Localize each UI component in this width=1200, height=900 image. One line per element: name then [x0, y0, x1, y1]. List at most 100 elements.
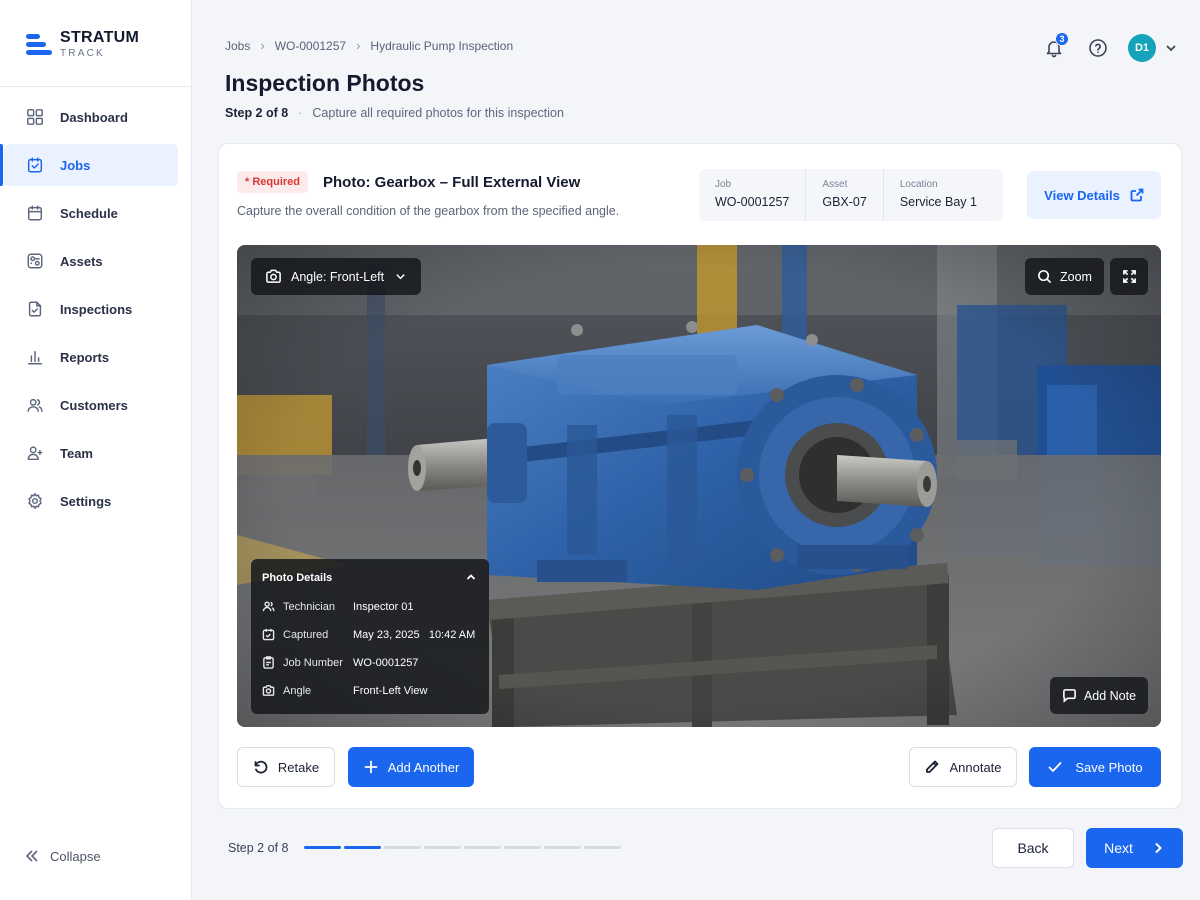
fullscreen-icon [1122, 270, 1136, 283]
header-actions: 3 D1 [1040, 32, 1178, 62]
external-link-icon [1130, 188, 1144, 202]
step-separator: · [298, 106, 303, 120]
back-label: Back [1017, 840, 1049, 856]
add-note-button[interactable]: Add Note [1050, 677, 1148, 714]
sidebar-item-jobs[interactable]: Jobs [0, 144, 178, 186]
progress-segment [584, 846, 621, 849]
technician-row: Technician Inspector 01 [262, 600, 414, 613]
help-button[interactable] [1084, 34, 1112, 62]
help-icon [1089, 39, 1107, 57]
sidebar-item-reports[interactable]: Reports [4, 336, 178, 378]
double-chevron-left-icon [25, 850, 38, 862]
captured-label: Captured [283, 628, 329, 641]
sidebar-item-schedule[interactable]: Schedule [4, 192, 178, 234]
sidebar: STRATUM TRACK Dashboard Jobs Schedule As… [0, 0, 192, 900]
breadcrumb-jobs[interactable]: Jobs [225, 39, 250, 53]
add-another-button[interactable]: Add Another [348, 747, 474, 787]
sidebar-item-team[interactable]: Team [4, 432, 178, 474]
grid-icon [25, 107, 45, 127]
sidebar-nav: Dashboard Jobs Schedule Assets Inspectio… [0, 96, 191, 528]
asset-value: GBX-07 [822, 195, 867, 209]
assets-icon [25, 251, 45, 271]
sidebar-item-label: Schedule [60, 205, 118, 221]
plus-icon [364, 760, 378, 774]
sidebar-item-assets[interactable]: Assets [4, 240, 178, 282]
sidebar-item-label: Customers [60, 397, 128, 413]
avatar[interactable]: D1 [1128, 34, 1156, 62]
rotate-ccw-icon [254, 760, 268, 774]
annotate-label: Annotate [949, 759, 1002, 775]
notifications-button[interactable]: 3 [1040, 32, 1069, 62]
chevron-right-icon [1155, 842, 1162, 854]
app-logo[interactable]: STRATUM TRACK [26, 30, 139, 59]
angle-selector[interactable]: Angle: Front-Left [251, 258, 422, 295]
retake-button[interactable]: Retake [237, 747, 335, 787]
chevron-up-icon[interactable] [465, 571, 477, 583]
step-label: Step 2 of 8 [225, 106, 289, 120]
zoom-button[interactable]: Zoom [1025, 258, 1104, 295]
location-info: Location Service Bay 1 [884, 169, 993, 221]
chevron-down-icon[interactable] [1164, 41, 1178, 55]
inspection-photo[interactable]: Angle: Front-Left Zoom Photo Details Tec… [237, 245, 1161, 727]
photo-description: Capture the overall condition of the gea… [237, 204, 620, 218]
annotate-button[interactable]: Annotate [909, 747, 1017, 787]
breadcrumb-current[interactable]: Hydraulic Pump Inspection [370, 39, 513, 53]
sidebar-item-label: Dashboard [60, 109, 128, 125]
sidebar-item-settings[interactable]: Settings [4, 480, 178, 522]
breadcrumb-separator-icon: › [356, 38, 361, 53]
angle-detail-label: Angle [283, 684, 312, 697]
angle-label: Angle: Front-Left [291, 269, 385, 284]
view-details-button[interactable]: View Details [1027, 171, 1161, 219]
breadcrumb: Jobs › WO-0001257 › Hydraulic Pump Inspe… [225, 38, 513, 53]
photo-details-title: Photo Details [262, 572, 333, 584]
progress-segment [504, 846, 541, 849]
sidebar-item-label: Jobs [60, 157, 91, 173]
search-icon [1038, 270, 1052, 284]
next-label: Next [1104, 840, 1133, 856]
sidebar-item-customers[interactable]: Customers [4, 384, 178, 426]
notification-count-badge: 3 [1055, 32, 1069, 46]
technician-value: Inspector 01 [353, 600, 414, 613]
clipboard-check-icon [25, 299, 45, 319]
camera-icon [266, 269, 281, 283]
sidebar-item-label: Inspections [60, 301, 133, 317]
comment-icon [1063, 689, 1076, 703]
view-details-label: View Details [1044, 187, 1120, 203]
progress-segment [344, 846, 381, 849]
bar-chart-icon [25, 347, 45, 367]
collapse-button[interactable]: Collapse [24, 848, 101, 864]
gear-icon [25, 491, 45, 511]
step-description: Capture all required photos for this ins… [312, 106, 564, 120]
sidebar-item-dashboard[interactable]: Dashboard [4, 96, 178, 138]
app-subname: TRACK [60, 48, 105, 59]
calendar-icon [25, 203, 45, 223]
job-number-row: Job Number WO-0001257 [262, 656, 418, 669]
add-note-label: Add Note [1083, 688, 1137, 703]
angle-row: Angle Front-Left View [262, 684, 427, 697]
location-label: Location [899, 179, 938, 190]
breadcrumb-separator-icon: › [260, 38, 265, 53]
job-label: Job [715, 179, 732, 190]
next-button[interactable]: Next [1086, 828, 1183, 868]
required-badge: * Required [237, 171, 309, 193]
logo-icon [26, 32, 52, 58]
back-button[interactable]: Back [992, 828, 1074, 868]
calendar-icon [262, 628, 275, 641]
save-photo-button[interactable]: Save Photo [1029, 747, 1161, 787]
job-info-box: Job WO-0001257 Asset GBX-07 Location Ser… [699, 169, 1003, 221]
photo-card: * Required Photo: Gearbox – Full Externa… [218, 143, 1182, 809]
clipboard-icon [263, 656, 274, 669]
progress-segment [424, 846, 461, 849]
pencil-icon [926, 760, 939, 773]
sidebar-item-inspections[interactable]: Inspections [4, 288, 178, 330]
user-icon [262, 601, 275, 612]
progress-segment [464, 846, 501, 849]
breadcrumb-work-order[interactable]: WO-0001257 [275, 39, 346, 53]
sidebar-divider [0, 86, 191, 87]
fullscreen-button[interactable] [1110, 258, 1148, 295]
progress-segment [304, 846, 341, 849]
add-another-label: Add Another [387, 759, 460, 775]
collapse-label: Collapse [50, 848, 101, 864]
job-info: Job WO-0001257 [699, 169, 807, 221]
check-icon [1048, 762, 1062, 772]
